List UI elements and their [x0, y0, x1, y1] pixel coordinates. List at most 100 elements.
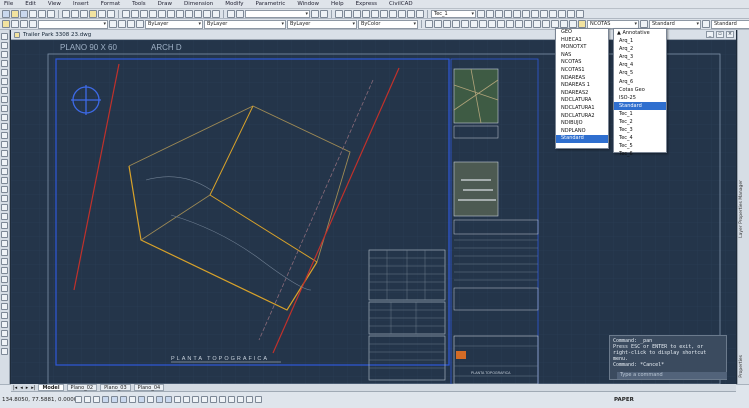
menu-dimension[interactable]: Dimension: [184, 1, 213, 7]
tolerance-icon[interactable]: [533, 20, 541, 28]
insert-block-tool-icon[interactable]: [1, 132, 8, 139]
menu-file[interactable]: File: [4, 1, 13, 7]
tab-model[interactable]: Model: [38, 384, 64, 391]
pan-icon[interactable]: [122, 9, 130, 18]
style-icon[interactable]: [477, 9, 485, 18]
paste-icon[interactable]: [80, 9, 88, 18]
3d-osnap-icon[interactable]: [129, 396, 136, 403]
zoom-status-icon[interactable]: [246, 396, 253, 403]
table-style-combo[interactable]: Standard: [711, 19, 749, 29]
text-style-option[interactable]: HUECA1: [556, 37, 608, 45]
dim-style-option[interactable]: Arq_4: [614, 61, 666, 69]
menu-format[interactable]: Format: [101, 1, 120, 7]
text-style-option[interactable]: MONOTXT: [556, 44, 608, 52]
object-snap-icon[interactable]: [120, 396, 127, 403]
style5-icon[interactable]: [513, 9, 521, 18]
explode-tool-icon[interactable]: [1, 339, 8, 346]
dim-style-option[interactable]: Arq_5: [614, 69, 666, 77]
line-icon[interactable]: [335, 9, 343, 18]
text-style-combo[interactable]: Tec_1: [431, 9, 476, 18]
layer-match-icon[interactable]: [118, 20, 126, 28]
chamfer-tool-icon[interactable]: [1, 321, 8, 328]
annotation-monitor-icon[interactable]: [201, 396, 208, 403]
publish-icon[interactable]: [47, 9, 55, 18]
dim-style-option[interactable]: Arq_2: [614, 45, 666, 53]
table-style-icon[interactable]: [702, 20, 710, 28]
dim-style-option[interactable]: Arq_6: [614, 78, 666, 86]
table-tool-icon[interactable]: [1, 186, 8, 193]
dim-diameter-icon[interactable]: [470, 20, 478, 28]
layer-iso-icon[interactable]: [127, 20, 135, 28]
mirror-tool-icon[interactable]: [1, 222, 8, 229]
mtext-icon[interactable]: [407, 9, 415, 18]
design-center-icon[interactable]: [167, 9, 175, 18]
text-style-option[interactable]: NDCLATURA1: [556, 105, 608, 113]
color-swatch-icon[interactable]: [29, 20, 37, 28]
copy-tool-icon[interactable]: [1, 213, 8, 220]
save-icon[interactable]: [20, 9, 28, 18]
layer-properties-label[interactable]: Layer Properties Manager: [739, 180, 744, 238]
layout1-icon[interactable]: [219, 396, 226, 403]
dynamic-input-icon[interactable]: [156, 396, 163, 403]
array-tool-icon[interactable]: [1, 240, 8, 247]
text-style-option[interactable]: NCOTAS: [556, 59, 608, 67]
text-style-option[interactable]: NDAREAS: [556, 75, 608, 83]
print-icon[interactable]: [29, 9, 37, 18]
cut-icon[interactable]: [62, 9, 70, 18]
polar-tracking-icon[interactable]: [111, 396, 118, 403]
style4-icon[interactable]: [504, 9, 512, 18]
menu-window[interactable]: Window: [297, 1, 319, 7]
infer-constraints-icon[interactable]: [75, 396, 82, 403]
dynamic-ucs-icon[interactable]: [147, 396, 154, 403]
arc-tool-icon[interactable]: [1, 78, 8, 85]
paper-mode-label[interactable]: PAPER: [614, 397, 634, 403]
layer-icon[interactable]: [236, 9, 244, 18]
menu-express[interactable]: Express: [356, 1, 377, 7]
menu-tools[interactable]: Tools: [132, 1, 146, 7]
style12-icon[interactable]: [576, 9, 584, 18]
tab-plano-02[interactable]: Plano_02: [66, 384, 98, 391]
arc-icon[interactable]: [362, 9, 370, 18]
menu-modify[interactable]: Modify: [225, 1, 243, 7]
fillet-tool-icon[interactable]: [1, 330, 8, 337]
point-tool-icon[interactable]: [1, 150, 8, 157]
dim-style-option[interactable]: ▲ Annotative: [614, 29, 666, 37]
text-style-option[interactable]: NDCLATURA2: [556, 113, 608, 121]
dim-style-option[interactable]: Tec_4: [614, 134, 666, 142]
object-snap-tracking-icon[interactable]: [138, 396, 145, 403]
sheet-set-icon[interactable]: [185, 9, 193, 18]
dim-ordinate-icon[interactable]: [452, 20, 460, 28]
polyline-icon[interactable]: [344, 9, 352, 18]
dim-continue-icon[interactable]: [506, 20, 514, 28]
xline-tool-icon[interactable]: [1, 42, 8, 49]
scale-tool-icon[interactable]: [1, 267, 8, 274]
move-tool-icon[interactable]: [1, 249, 8, 256]
layer-uniso-icon[interactable]: [136, 20, 144, 28]
revcloud-tool-icon[interactable]: [1, 96, 8, 103]
make-block-tool-icon[interactable]: [1, 141, 8, 148]
tab-plano-04[interactable]: Plano_04: [133, 384, 165, 391]
join-tool-icon[interactable]: [1, 312, 8, 319]
menu-help[interactable]: Help: [331, 1, 344, 7]
insert-icon[interactable]: [398, 9, 406, 18]
minimize-button[interactable]: _: [706, 31, 714, 38]
dim-style-option-selected[interactable]: Standard: [614, 101, 666, 110]
quick-view-icon[interactable]: [228, 396, 235, 403]
dim-radius-icon[interactable]: [461, 20, 469, 28]
model-icon[interactable]: [210, 396, 217, 403]
text-style-dropdown[interactable]: GEO HUECA1 MONOTXT NAS NCOTAS NCOTAS1 ND…: [555, 28, 609, 149]
layer-lock-icon[interactable]: [20, 20, 28, 28]
menu-insert[interactable]: Insert: [73, 1, 89, 7]
ellipse-tool-icon[interactable]: [1, 114, 8, 121]
zoom-window-icon[interactable]: [140, 9, 148, 18]
dim-break-icon[interactable]: [524, 20, 532, 28]
dim-style-option[interactable]: Arq_1: [614, 37, 666, 45]
style2-icon[interactable]: [486, 9, 494, 18]
text-style-option[interactable]: NDPLANO: [556, 128, 608, 136]
style6-icon[interactable]: [522, 9, 530, 18]
style9-icon[interactable]: [549, 9, 557, 18]
plot-style-combo[interactable]: ByColor: [358, 19, 418, 29]
transparency-icon[interactable]: [174, 396, 181, 403]
snap-mode-icon[interactable]: [84, 396, 91, 403]
extend-tool-icon[interactable]: [1, 294, 8, 301]
